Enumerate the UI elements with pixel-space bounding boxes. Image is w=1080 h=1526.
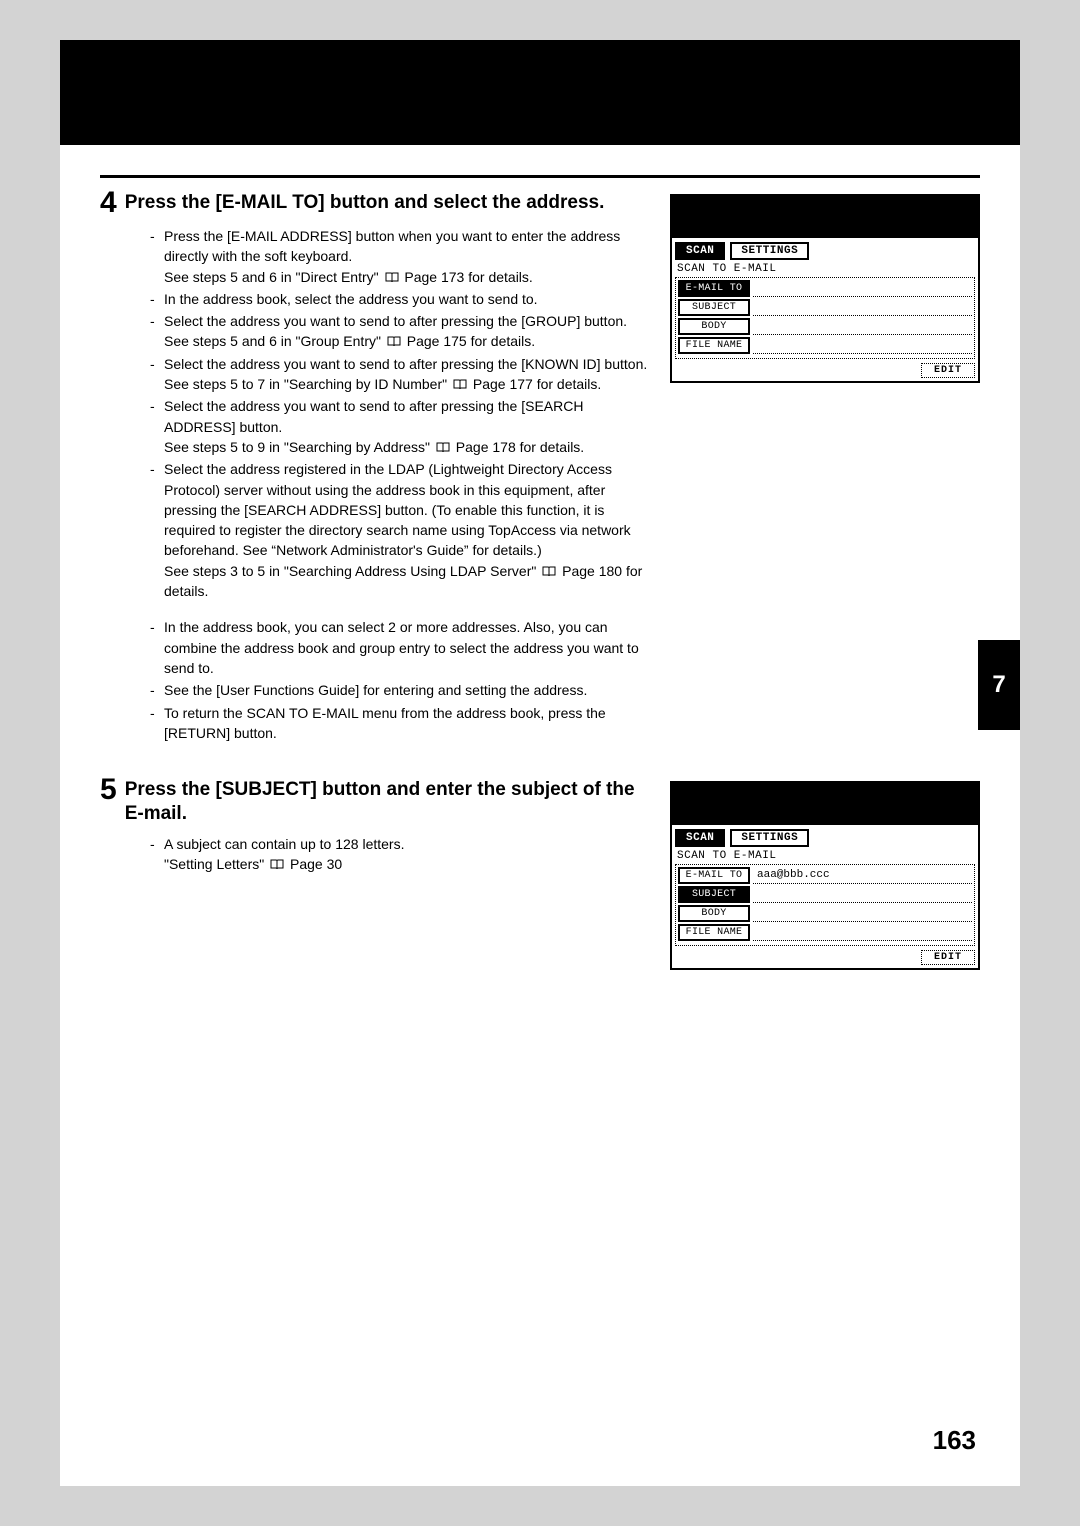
step4-bullets: -Press the [E-MAIL ADDRESS] button when …: [150, 226, 650, 743]
header-black-band: [60, 40, 1020, 145]
bullet-text: Select the address you want to send to a…: [164, 354, 650, 395]
screen-panel-1: SCAN SETTINGS SCAN TO E-MAIL E-MAIL TO S…: [670, 194, 980, 383]
step4-block: 4 Press the [E-MAIL TO] button and selec…: [60, 178, 1020, 765]
bullet-text: Press the [E-MAIL ADDRESS] button when y…: [164, 226, 650, 287]
subject-button[interactable]: SUBJECT: [678, 299, 750, 316]
body-button[interactable]: BODY: [678, 905, 750, 922]
bullet-text: See the [User Functions Guide] for enter…: [164, 680, 650, 700]
subject-value: [753, 886, 972, 903]
bullet-text: Select the address you want to send to a…: [164, 311, 650, 352]
body-value: [753, 318, 972, 335]
tab-settings[interactable]: SETTINGS: [730, 242, 809, 260]
tab-scan[interactable]: SCAN: [675, 242, 725, 260]
filename-value: [753, 924, 972, 941]
filename-value: [753, 337, 972, 354]
tab-settings[interactable]: SETTINGS: [730, 829, 809, 847]
subject-button[interactable]: SUBJECT: [678, 886, 750, 903]
filename-button[interactable]: FILE NAME: [678, 337, 750, 354]
thumb-tab: 7: [978, 640, 1020, 730]
step-number: 4: [100, 188, 117, 218]
edit-button[interactable]: EDIT: [921, 363, 975, 378]
email-to-button[interactable]: E-MAIL TO: [678, 280, 750, 297]
bullet-text: In the address book, select the address …: [164, 289, 650, 309]
bullet-text: Select the address you want to send to a…: [164, 396, 650, 457]
email-to-value: aaa@bbb.ccc: [753, 867, 972, 884]
subject-value: [753, 299, 972, 316]
panel-black-top: [672, 196, 978, 238]
bullet-text: Select the address registered in the LDA…: [164, 459, 650, 601]
email-to-button[interactable]: E-MAIL TO: [678, 867, 750, 884]
body-button[interactable]: BODY: [678, 318, 750, 335]
body-value: [753, 905, 972, 922]
step-title: Press the [E-MAIL TO] button and select …: [125, 188, 605, 215]
page: 4 Press the [E-MAIL TO] button and selec…: [60, 40, 1020, 1486]
email-to-value: [753, 280, 972, 297]
screen-panel-2: SCAN SETTINGS SCAN TO E-MAIL E-MAIL TOaa…: [670, 781, 980, 970]
step-number: 5: [100, 775, 117, 805]
bullet-text: In the address book, you can select 2 or…: [164, 617, 650, 678]
filename-button[interactable]: FILE NAME: [678, 924, 750, 941]
panel-title: SCAN TO E-MAIL: [677, 263, 975, 275]
panel-title: SCAN TO E-MAIL: [677, 850, 975, 862]
step5-bullets: -A subject can contain up to 128 letters…: [150, 834, 650, 875]
bullet-text: A subject can contain up to 128 letters.…: [164, 834, 650, 875]
panel-black-top: [672, 783, 978, 825]
bullet-text: To return the SCAN TO E-MAIL menu from t…: [164, 703, 650, 744]
step5-block: 5 Press the [SUBJECT] button and enter t…: [60, 765, 1020, 970]
page-number: 163: [933, 1425, 976, 1456]
tab-scan[interactable]: SCAN: [675, 829, 725, 847]
edit-button[interactable]: EDIT: [921, 950, 975, 965]
step-title: Press the [SUBJECT] button and enter the…: [125, 775, 650, 826]
